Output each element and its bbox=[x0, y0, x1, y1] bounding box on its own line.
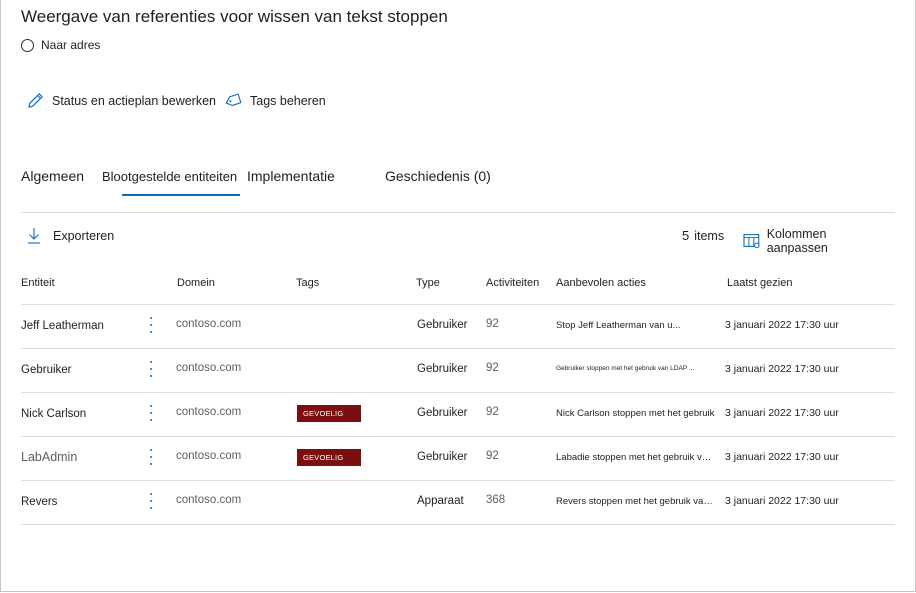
activities-cell: 92 bbox=[486, 362, 499, 374]
more-vertical-icon[interactable] bbox=[147, 447, 155, 467]
divider bbox=[21, 212, 895, 213]
more-vertical-icon[interactable] bbox=[147, 403, 155, 423]
last-seen-cell: 3 januari 2022 17:30 uur bbox=[725, 319, 839, 331]
table-row[interactable]: LabAdmin contoso.com GEVOELIG Gebruiker … bbox=[21, 437, 895, 481]
manage-tags-label: Tags beheren bbox=[250, 93, 326, 108]
tag-icon bbox=[225, 93, 242, 106]
domain-cell: contoso.com bbox=[176, 318, 242, 330]
entity-name[interactable]: LabAdmin bbox=[21, 450, 77, 464]
more-vertical-icon[interactable] bbox=[147, 491, 155, 511]
header-entity[interactable]: Entiteit bbox=[21, 277, 55, 289]
more-vertical-icon[interactable] bbox=[147, 359, 155, 379]
table-row[interactable]: Gebruiker contoso.com Gebruiker 92 Gebru… bbox=[21, 349, 895, 393]
tab-bar: Algemeen Blootgestelde entiteiten Implem… bbox=[21, 168, 901, 198]
columns-icon bbox=[743, 234, 760, 249]
tab-implementation[interactable]: Implementatie bbox=[247, 168, 335, 184]
item-count: 5 items bbox=[682, 228, 724, 243]
last-seen-cell: 3 januari 2022 17:30 uur bbox=[725, 451, 839, 463]
sensitive-tag-badge: GEVOELIG bbox=[297, 405, 361, 422]
activities-cell: 92 bbox=[486, 406, 499, 418]
table-row[interactable]: Revers contoso.com Apparaat 368 Revers s… bbox=[21, 481, 895, 525]
radio-icon[interactable] bbox=[21, 38, 34, 52]
activities-cell: 92 bbox=[486, 450, 499, 462]
type-cell: Gebruiker bbox=[417, 407, 468, 419]
activities-cell: 92 bbox=[486, 318, 499, 330]
customize-columns-label: Kolommen aanpassen bbox=[766, 227, 828, 255]
action-bar: Status en actieplan bewerken Tags behere… bbox=[27, 92, 326, 109]
tab-history[interactable]: Geschiedenis (0) bbox=[385, 168, 491, 184]
last-seen-cell: 3 januari 2022 17:30 uur bbox=[725, 495, 839, 507]
domain-cell: contoso.com bbox=[176, 362, 242, 374]
more-vertical-icon[interactable] bbox=[147, 315, 155, 335]
recommended-action-cell: Gebruiker stoppen met het gebruik van LD… bbox=[556, 365, 695, 372]
item-count-number: 5 bbox=[682, 228, 690, 243]
recommended-action-cell: Stop Jeff Leatherman van u... bbox=[556, 320, 681, 331]
entity-name[interactable]: Revers bbox=[21, 496, 57, 508]
page-title: Weergave van referenties voor wissen van… bbox=[21, 7, 448, 26]
active-tab-indicator bbox=[122, 194, 240, 196]
recommended-action-cell: Revers stoppen met het gebruik van L... bbox=[556, 496, 716, 507]
entity-name[interactable]: Gebruiker bbox=[21, 364, 72, 376]
table-row[interactable]: Jeff Leatherman contoso.com Gebruiker 92… bbox=[21, 305, 895, 349]
header-last-seen[interactable]: Laatst gezien bbox=[727, 277, 792, 289]
header-activities[interactable]: Activiteiten bbox=[486, 277, 539, 289]
domain-cell: contoso.com bbox=[176, 494, 242, 506]
last-seen-cell: 3 januari 2022 17:30 uur bbox=[725, 363, 839, 375]
edit-status-label: Status en actieplan bewerken bbox=[52, 93, 216, 108]
type-cell: Gebruiker bbox=[417, 363, 468, 375]
type-cell: Gebruiker bbox=[417, 319, 468, 331]
recommended-action-cell: Nick Carlson stoppen met het gebruik bbox=[556, 408, 715, 419]
tab-exposed-entities[interactable]: Blootgestelde entiteiten bbox=[102, 169, 237, 184]
activities-cell: 368 bbox=[486, 494, 506, 506]
edit-status-button[interactable]: Status en actieplan bewerken bbox=[27, 92, 216, 109]
table-header: Entiteit Domein Tags Type Activiteiten A… bbox=[21, 268, 895, 305]
entity-name[interactable]: Nick Carlson bbox=[21, 408, 86, 420]
address-radio[interactable]: Naar adres bbox=[21, 38, 100, 52]
domain-cell: contoso.com bbox=[176, 450, 242, 462]
customize-columns-button[interactable]: Kolommen aanpassen bbox=[743, 227, 889, 255]
recommended-action-cell: Labadie stoppen met het gebruik van L... bbox=[556, 452, 716, 463]
pencil-icon bbox=[28, 93, 43, 108]
table-row[interactable]: Nick Carlson contoso.com GEVOELIG Gebrui… bbox=[21, 393, 895, 437]
export-label: Exporteren bbox=[53, 228, 115, 243]
export-button[interactable]: Exporteren bbox=[27, 227, 114, 244]
header-recommended-actions[interactable]: Aanbevolen acties bbox=[556, 277, 646, 289]
table-toolbar: Exporteren 5 items Kolommen aanpassen bbox=[27, 227, 889, 255]
header-type[interactable]: Type bbox=[416, 277, 440, 289]
type-cell: Gebruiker bbox=[417, 451, 468, 463]
type-cell: Apparaat bbox=[417, 495, 464, 507]
domain-cell: contoso.com bbox=[176, 406, 242, 418]
header-domain[interactable]: Domein bbox=[177, 277, 215, 289]
entity-name[interactable]: Jeff Leatherman bbox=[21, 320, 104, 332]
item-count-label: items bbox=[694, 229, 725, 243]
last-seen-cell: 3 januari 2022 17:30 uur bbox=[725, 407, 839, 419]
manage-tags-button[interactable]: Tags beheren bbox=[224, 93, 326, 109]
download-icon bbox=[28, 228, 40, 244]
tab-general[interactable]: Algemeen bbox=[21, 168, 84, 184]
sensitive-tag-badge: GEVOELIG bbox=[297, 449, 361, 466]
radio-label: Naar adres bbox=[41, 38, 101, 52]
header-tags[interactable]: Tags bbox=[296, 277, 319, 289]
